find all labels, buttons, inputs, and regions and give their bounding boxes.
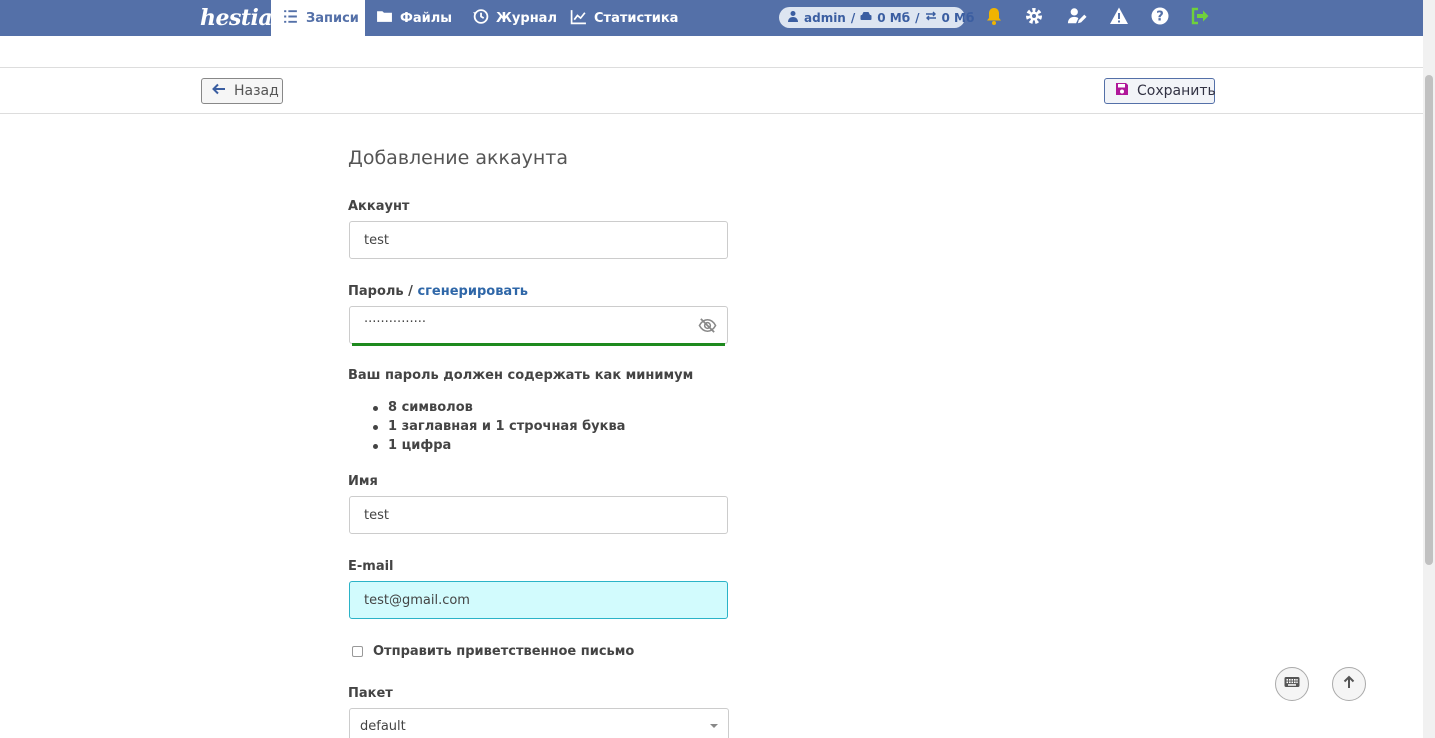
logout-button[interactable] — [1188, 6, 1212, 30]
email-label: E-mail — [348, 559, 394, 574]
transfer-icon — [925, 10, 937, 25]
package-select[interactable]: default — [349, 708, 729, 738]
hestia-logo[interactable]: hestia — [200, 0, 273, 36]
warnings-button[interactable] — [1107, 6, 1131, 30]
username-text: admin — [804, 10, 846, 25]
top-navbar: hestia Записи Файлы Журнал Статистика ad… — [0, 0, 1423, 36]
nav-log[interactable]: Журнал — [461, 0, 568, 36]
nav-records[interactable]: Записи — [271, 0, 365, 36]
usage-badge[interactable]: admin / 0 Мб / 0 Мб — [779, 7, 974, 28]
help-icon: ? — [1150, 6, 1170, 30]
save-button-label: Сохранить — [1137, 83, 1216, 99]
back-button-label: Назад — [234, 83, 279, 99]
page-title: Добавление аккаунта — [348, 147, 568, 169]
nav-stats[interactable]: Статистика — [559, 0, 689, 36]
requirement-item: 1 цифра — [372, 438, 625, 457]
eye-slash-icon[interactable] — [698, 316, 717, 335]
name-input[interactable]: test — [349, 496, 728, 534]
nav-log-label: Журнал — [496, 10, 557, 26]
action-toolbar: Назад Сохранить — [0, 67, 1423, 114]
hdd-icon — [860, 10, 872, 25]
user-edit-icon — [1067, 6, 1087, 30]
password-requirements-list: 8 символов 1 заглавная и 1 строчная букв… — [372, 400, 625, 457]
list-icon — [282, 8, 299, 29]
user-edit-button[interactable] — [1064, 6, 1090, 30]
nav-files-label: Файлы — [400, 10, 453, 26]
package-label: Пакет — [348, 686, 393, 701]
keyboard-shortcuts-button[interactable] — [1275, 667, 1309, 701]
history-icon — [472, 8, 489, 29]
bell-icon — [984, 6, 1004, 30]
password-masked-value: ··············· — [364, 314, 426, 330]
separator-text-2: / — [915, 10, 920, 25]
generate-password-link[interactable]: сгенерировать — [417, 284, 528, 299]
chevron-down-icon — [710, 724, 718, 728]
settings-button[interactable] — [1022, 6, 1046, 30]
password-strength-meter — [352, 343, 725, 346]
user-icon — [787, 10, 799, 25]
warning-icon — [1109, 6, 1129, 30]
welcome-email-checkbox[interactable] — [352, 646, 363, 657]
name-label: Имя — [348, 474, 378, 489]
account-input[interactable]: test — [349, 221, 728, 259]
keyboard-icon — [1284, 674, 1300, 694]
disk-usage-text: 0 Мб — [877, 10, 911, 25]
help-button[interactable]: ? — [1148, 6, 1172, 30]
scroll-to-top-button[interactable] — [1332, 667, 1366, 701]
floppy-disk-icon — [1115, 82, 1129, 100]
folder-icon — [376, 8, 393, 29]
arrow-up-icon — [1341, 674, 1357, 694]
logout-icon — [1190, 6, 1210, 30]
welcome-email-label[interactable]: Отправить приветственное письмо — [373, 644, 634, 659]
separator-text: / — [850, 10, 856, 25]
nav-files[interactable]: Файлы — [365, 0, 463, 36]
back-button[interactable]: Назад — [201, 78, 283, 104]
password-label-row: Пароль / сгенерировать — [348, 284, 528, 299]
svg-text:?: ? — [1156, 10, 1164, 25]
bandwidth-usage-text: 0 Мб — [941, 10, 975, 25]
chart-line-icon — [570, 8, 587, 29]
email-input[interactable]: test@gmail.com — [349, 581, 728, 619]
password-label: Пароль / — [348, 284, 413, 299]
nav-stats-label: Статистика — [594, 10, 679, 26]
nav-records-label: Записи — [306, 10, 359, 26]
save-button[interactable]: Сохранить — [1104, 78, 1216, 104]
requirement-item: 8 символов — [372, 400, 625, 419]
notifications-button[interactable] — [982, 6, 1006, 30]
gear-icon — [1024, 6, 1044, 30]
requirement-item: 1 заглавная и 1 строчная буква — [372, 419, 625, 438]
arrow-left-icon — [212, 82, 226, 100]
package-selected-value: default — [360, 718, 406, 734]
password-input[interactable]: ··············· — [349, 306, 728, 344]
scrollbar-thumb[interactable] — [1425, 75, 1433, 565]
page-scrollbar[interactable] — [1423, 0, 1435, 738]
account-label: Аккаунт — [348, 199, 410, 214]
password-requirements-title: Ваш пароль должен содержать как минимум — [348, 368, 694, 383]
